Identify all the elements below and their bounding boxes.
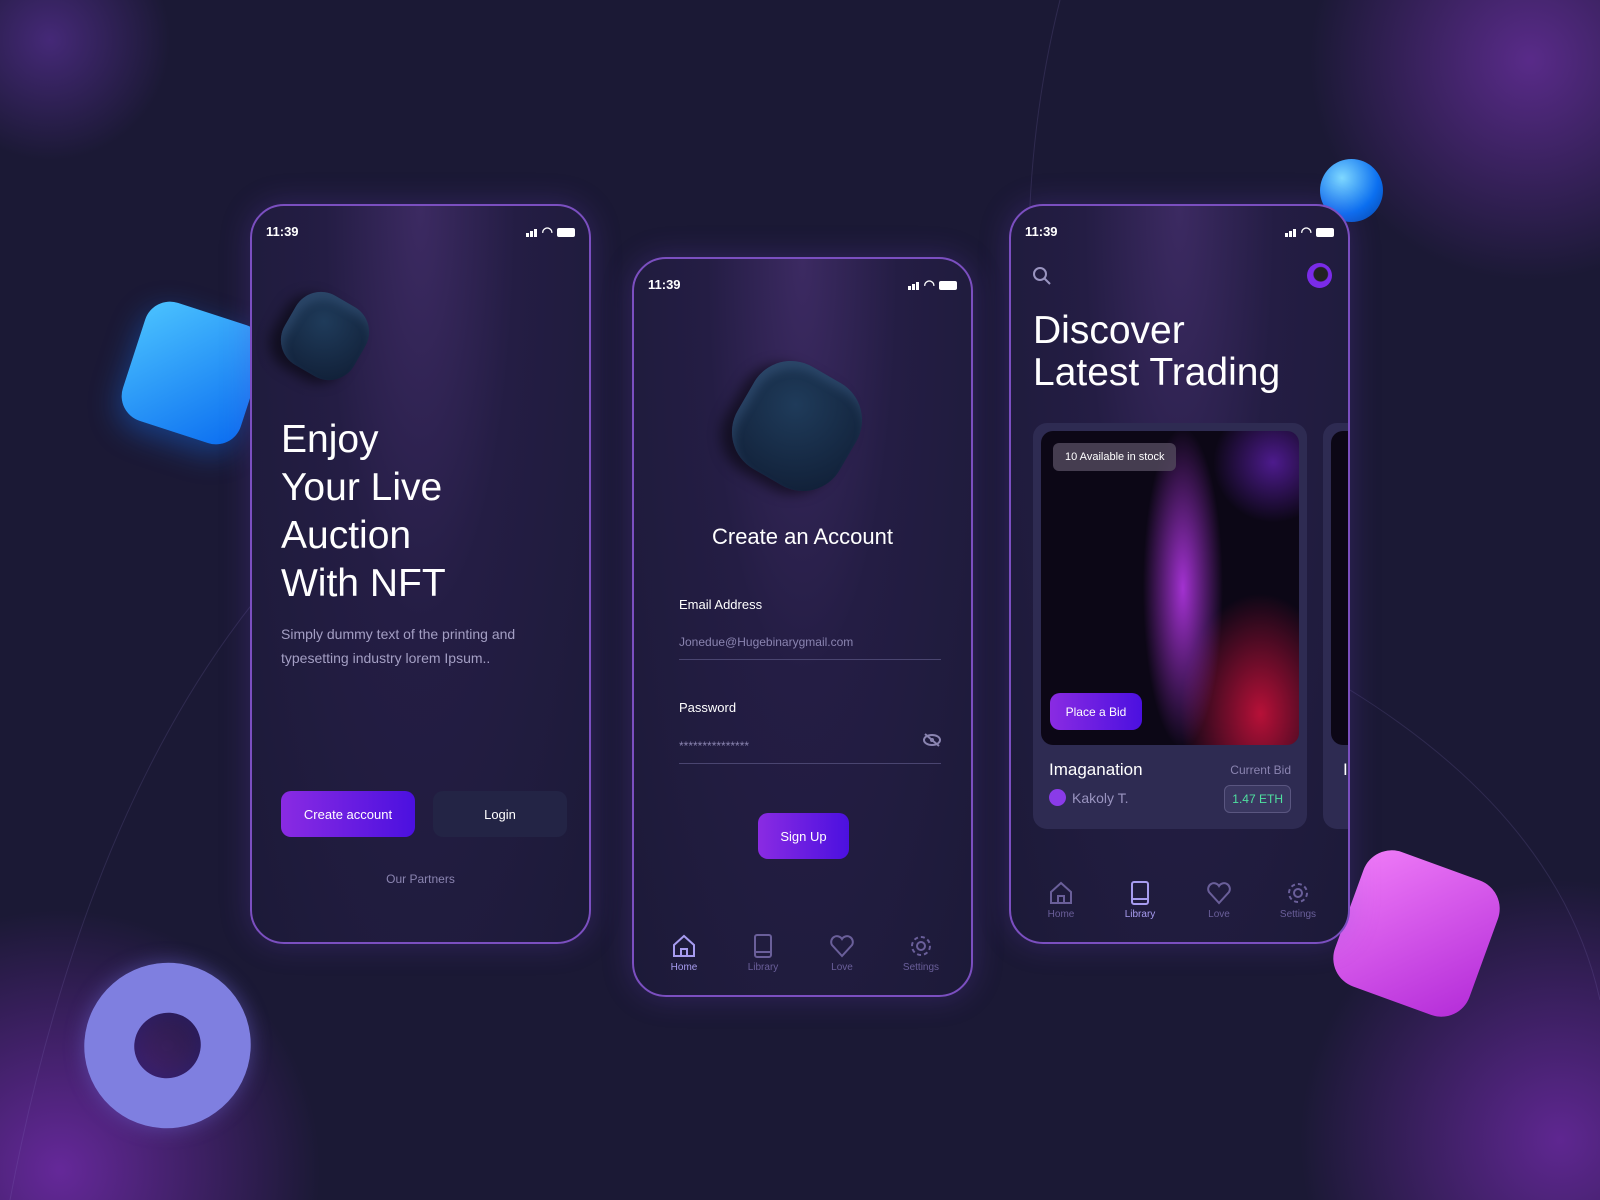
status-bar: 11:39 ◠ xyxy=(266,224,575,240)
nav-love[interactable]: Love xyxy=(1189,879,1249,920)
password-value: *************** xyxy=(679,739,750,753)
password-field[interactable]: *************** xyxy=(679,733,941,764)
status-bar: 11:39 ◠ xyxy=(1025,224,1334,240)
sign-up-button[interactable]: Sign Up xyxy=(758,813,849,859)
wifi-icon: ◠ xyxy=(1300,224,1312,239)
nft-artwork-image xyxy=(1331,431,1348,745)
status-bar: 11:39 ◠ xyxy=(648,277,957,293)
nav-label: Love xyxy=(1208,909,1230,920)
nav-library[interactable]: Library xyxy=(1110,879,1170,920)
creator-avatar xyxy=(1049,789,1066,806)
login-button[interactable]: Login xyxy=(433,791,567,837)
stock-badge: 10 Available in stock xyxy=(1053,443,1177,471)
status-icons: ◠ xyxy=(525,224,575,240)
nav-label: Home xyxy=(670,962,698,973)
signal-icon xyxy=(907,278,920,293)
status-time: 11:39 xyxy=(1025,224,1058,239)
title-line: Discover xyxy=(1033,309,1185,352)
wifi-icon: ◠ xyxy=(923,277,935,292)
nav-label: Home xyxy=(1047,909,1075,920)
nav-label: Love xyxy=(831,962,853,973)
canvas: 11:39 ◠ Enjoy Your Live Auction With NFT … xyxy=(0,0,1600,1200)
title-line: Latest Trading xyxy=(1033,351,1281,394)
nft-name: I xyxy=(1343,760,1348,779)
our-partners-label: Our Partners xyxy=(386,872,455,886)
password-label: Password xyxy=(679,700,737,715)
status-time: 11:39 xyxy=(648,277,681,292)
create-account-button[interactable]: Create account xyxy=(281,791,415,837)
current-bid-label: Current Bid xyxy=(1230,763,1291,777)
nav-label: Library xyxy=(747,962,779,973)
battery-icon xyxy=(557,227,575,237)
status-icons: ◠ xyxy=(907,277,957,293)
wifi-icon: ◠ xyxy=(541,224,553,239)
gear-icon xyxy=(911,936,931,956)
home-icon xyxy=(673,934,695,957)
subtitle: Simply dummy text of the printing and ty… xyxy=(281,626,516,666)
nav-label: Library xyxy=(1124,909,1156,920)
signal-icon xyxy=(1284,225,1297,240)
nft-artwork-image: 10 Available in stock Place a Bid xyxy=(1041,431,1299,745)
battery-icon xyxy=(939,280,957,290)
nav-home[interactable]: Home xyxy=(654,932,714,973)
book-icon xyxy=(754,934,772,958)
search-icon[interactable] xyxy=(1031,265,1053,292)
discover-title: Discover Latest Trading xyxy=(1033,310,1280,394)
avatar[interactable] xyxy=(1307,263,1332,288)
headline-line: Enjoy xyxy=(281,418,379,461)
heart-icon xyxy=(1207,882,1231,905)
form-title: Create an Account xyxy=(711,524,893,549)
phone-signup-screen: 11:39 ◠ Create an Account Email Address J… xyxy=(632,257,973,997)
home-icon xyxy=(1050,881,1072,904)
email-field[interactable]: Jonedue@Hugebinarygmail.com xyxy=(679,635,941,660)
battery-icon xyxy=(1316,227,1334,237)
bottom-nav: Home Library Love Settings xyxy=(654,932,951,973)
creator-name: Kakoly T. xyxy=(1072,789,1129,806)
blob-decor xyxy=(270,281,380,391)
gear-icon xyxy=(1288,883,1308,903)
current-bid-value: 1.47 ETH xyxy=(1224,785,1291,813)
status-icons: ◠ xyxy=(1284,224,1334,240)
nft-card-next[interactable]: I xyxy=(1323,423,1348,829)
nft-card[interactable]: 10 Available in stock Place a Bid Imagan… xyxy=(1033,423,1307,829)
nav-library[interactable]: Library xyxy=(733,932,793,973)
nav-settings[interactable]: Settings xyxy=(891,932,951,973)
nav-love[interactable]: Love xyxy=(812,932,872,973)
email-label: Email Address xyxy=(679,597,763,612)
headline: Enjoy Your Live Auction With NFT xyxy=(281,416,446,608)
heart-icon xyxy=(830,935,854,958)
place-bid-button[interactable]: Place a Bid xyxy=(1050,693,1142,730)
nav-home[interactable]: Home xyxy=(1031,879,1091,920)
status-time: 11:39 xyxy=(266,224,299,239)
headline-line: Auction xyxy=(281,514,412,557)
blob-decor xyxy=(716,345,878,507)
eye-off-icon[interactable] xyxy=(923,733,941,750)
book-icon xyxy=(1131,881,1149,905)
nav-label: Settings xyxy=(1279,909,1317,920)
nav-label: Settings xyxy=(902,962,940,973)
headline-line: Your Live xyxy=(281,466,443,509)
creator: Kakoly T. xyxy=(1049,789,1129,806)
bottom-nav: Home Library Love Settings xyxy=(1031,879,1328,920)
nft-name: Imaganation xyxy=(1049,760,1143,779)
phone-welcome-screen: 11:39 ◠ Enjoy Your Live Auction With NFT … xyxy=(250,204,591,944)
signal-icon xyxy=(525,225,538,240)
phone-discover-screen: 11:39 ◠ Discover Latest Trading 10 Availab… xyxy=(1009,204,1350,944)
headline-line: With NFT xyxy=(281,562,446,605)
nav-settings[interactable]: Settings xyxy=(1268,879,1328,920)
